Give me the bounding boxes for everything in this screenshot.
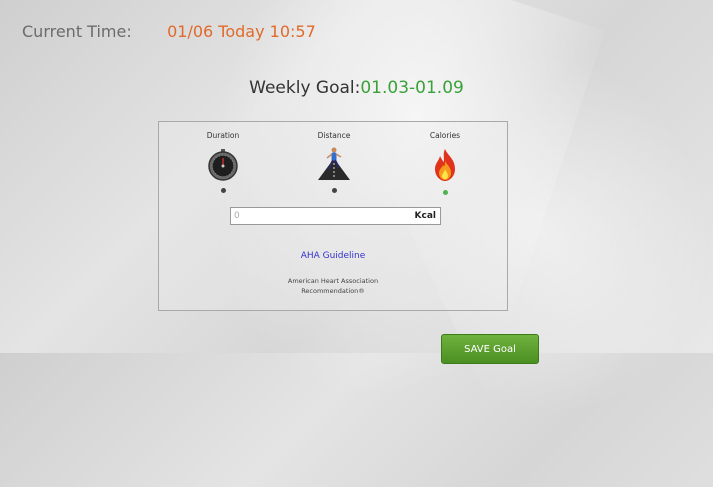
- current-time-row: Current Time: 01/06 Today 10:57: [22, 22, 316, 41]
- stopwatch-icon: [208, 149, 238, 181]
- goal-type-radio-dot[interactable]: [220, 188, 226, 193]
- aha-guideline-link[interactable]: AHA Guideline: [159, 251, 507, 261]
- goal-type-radio-dot[interactable]: [331, 188, 337, 193]
- goal-type-distance[interactable]: Distance: [304, 131, 364, 193]
- goal-unit-label: Kcal: [414, 211, 436, 221]
- goal-value-text: 0: [234, 211, 240, 221]
- goal-type-label: Distance: [317, 131, 351, 140]
- aha-org-line: American Heart Association: [287, 277, 379, 285]
- weekly-goal-range: 01.03-01.09: [360, 78, 464, 98]
- goal-type-calories[interactable]: Calories: [415, 131, 475, 195]
- goal-panel: Duration Distance Calories 0 Kcal AHA Gu…: [158, 121, 508, 311]
- goal-type-label: Duration: [206, 131, 240, 140]
- current-time-value: 01/06 Today 10:57: [167, 22, 316, 41]
- flame-icon: [435, 149, 455, 181]
- current-time-label: Current Time:: [22, 22, 132, 41]
- aha-recommendation-text: American Heart Association Recommendatio…: [159, 276, 507, 296]
- save-goal-button[interactable]: SAVE Goal: [441, 334, 539, 364]
- weekly-goal-label: Weekly Goal:: [249, 78, 361, 98]
- goal-type-radio-dot-selected[interactable]: [442, 190, 448, 195]
- runner-road-icon: [318, 147, 350, 180]
- goal-type-label: Calories: [429, 131, 461, 140]
- aha-recommendation-line: Recommendation®: [301, 287, 365, 295]
- goal-type-duration[interactable]: Duration: [193, 131, 253, 193]
- goal-value-input[interactable]: 0 Kcal: [230, 207, 441, 225]
- weekly-goal-heading: Weekly Goal:01.03-01.09: [0, 78, 713, 98]
